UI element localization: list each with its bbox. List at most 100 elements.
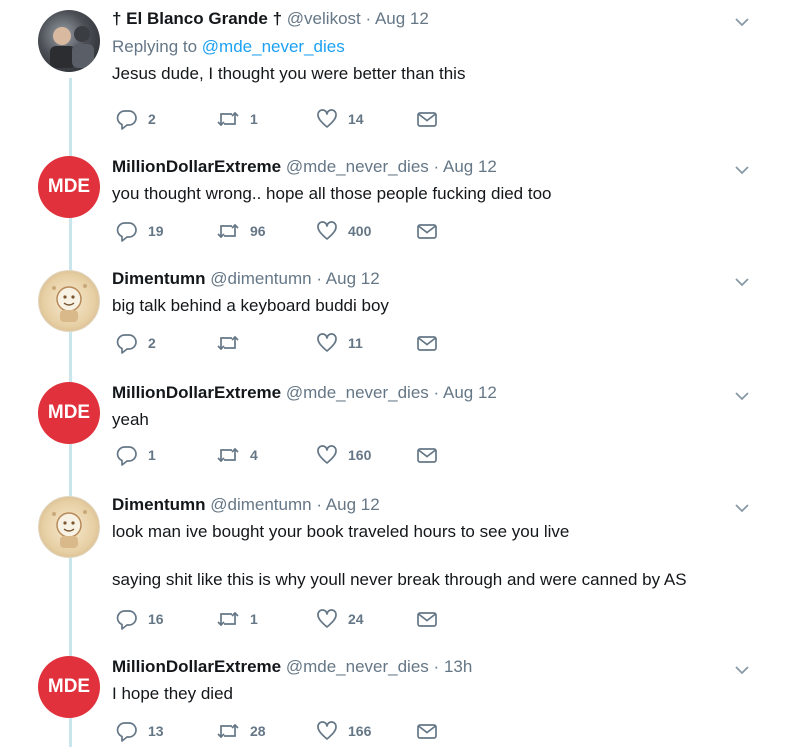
timestamp[interactable]: Aug 12	[375, 9, 429, 28]
tweet-header: Dimentumn @dimentumn · Aug 12	[112, 494, 752, 516]
chevron-down-icon[interactable]	[734, 274, 750, 290]
display-name[interactable]: Dimentumn	[112, 269, 206, 288]
chevron-down-icon[interactable]	[734, 662, 750, 678]
retweet-button[interactable]	[216, 332, 250, 354]
tweet-text: Jesus dude, I thought you were better th…	[112, 64, 466, 83]
user-handle[interactable]: @mde_never_dies	[286, 383, 429, 402]
reply-count: 2	[148, 335, 156, 351]
envelope-icon	[417, 336, 437, 351]
avatar-photo-icon	[50, 26, 94, 68]
display-name[interactable]: MillionDollarExtreme	[112, 157, 281, 176]
reply-icon	[116, 446, 137, 466]
mention-link[interactable]: @mde_never_dies	[202, 37, 345, 56]
tweet-text: big talk behind a keyboard buddi boy	[112, 296, 389, 315]
like-button[interactable]: 24	[316, 608, 364, 630]
display-name[interactable]: MillionDollarExtreme	[112, 383, 281, 402]
separator-dot: ·	[316, 495, 322, 514]
avatar[interactable]: MDE	[38, 382, 100, 444]
avatar-logo-text: MDE	[47, 176, 91, 197]
user-handle[interactable]: @dimentumn	[210, 495, 311, 514]
retweet-count: 1	[250, 611, 258, 627]
reply-button[interactable]: 2	[116, 332, 156, 354]
display-name[interactable]: MillionDollarExtreme	[112, 657, 281, 676]
heart-icon	[317, 609, 337, 628]
user-handle[interactable]: @dimentumn	[210, 269, 311, 288]
avatar[interactable]	[38, 496, 100, 558]
envelope-icon	[417, 724, 437, 739]
direct-message-button[interactable]	[416, 720, 438, 742]
avatar[interactable]	[38, 10, 100, 72]
tweet-header: MillionDollarExtreme @mde_never_dies · A…	[112, 156, 752, 178]
retweet-button[interactable]: 4	[216, 444, 258, 466]
like-button[interactable]: 14	[316, 108, 364, 130]
retweet-icon	[217, 611, 239, 627]
user-handle[interactable]: @mde_never_dies	[286, 657, 429, 676]
like-count: 400	[348, 223, 372, 239]
display-name[interactable]: Dimentumn	[112, 495, 206, 514]
avatar-logo-text: MDE	[47, 676, 91, 697]
display-name[interactable]: † El Blanco Grande †	[112, 9, 282, 28]
retweet-icon	[217, 723, 239, 739]
chevron-down-icon[interactable]	[734, 14, 750, 30]
timestamp[interactable]: Aug 12	[443, 157, 497, 176]
reply-button[interactable]: 13	[116, 720, 164, 742]
heart-icon	[317, 109, 337, 128]
like-count: 11	[348, 335, 363, 351]
tweet-header: MillionDollarExtreme @mde_never_dies · 1…	[112, 656, 752, 678]
separator-dot: ·	[433, 383, 440, 402]
direct-message-button[interactable]	[416, 332, 438, 354]
reply-count: 19	[148, 223, 164, 239]
like-button[interactable]: 400	[316, 220, 371, 242]
like-button[interactable]: 11	[316, 332, 363, 354]
chevron-down-icon[interactable]	[734, 500, 750, 516]
separator-dot: ·	[433, 157, 440, 176]
retweet-icon	[217, 223, 239, 239]
direct-message-button[interactable]	[416, 608, 438, 630]
reply-button[interactable]: 19	[116, 220, 164, 242]
retweet-icon	[217, 335, 239, 351]
timestamp[interactable]: Aug 12	[443, 383, 497, 402]
separator-dot: ·	[316, 269, 322, 288]
reply-button[interactable]: 1	[116, 444, 156, 466]
user-handle[interactable]: @mde_never_dies	[286, 157, 429, 176]
heart-icon	[317, 333, 337, 352]
retweet-count: 96	[250, 223, 266, 239]
reply-icon	[116, 110, 137, 130]
replying-to: Replying to @mde_never_dies	[112, 36, 752, 58]
retweet-button[interactable]: 96	[216, 220, 266, 242]
like-button[interactable]: 160	[316, 444, 371, 466]
timestamp[interactable]: Aug 12	[326, 269, 380, 288]
timestamp[interactable]: 13h	[444, 657, 472, 676]
tweet-text: you thought wrong.. hope all those peopl…	[112, 184, 552, 203]
reply-button[interactable]: 16	[116, 608, 164, 630]
reply-count: 1	[148, 447, 156, 463]
envelope-icon	[417, 224, 437, 239]
heart-icon	[317, 221, 337, 240]
replying-to-label: Replying to	[112, 37, 202, 56]
avatar[interactable]: MDE	[38, 656, 100, 718]
reply-count: 13	[148, 723, 164, 739]
user-handle[interactable]: @velikost	[287, 9, 361, 28]
reply-icon	[116, 722, 137, 742]
retweet-button[interactable]: 1	[216, 608, 258, 630]
chevron-down-icon[interactable]	[734, 162, 750, 178]
avatar[interactable]	[38, 270, 100, 332]
avatar-cartoon-icon	[52, 284, 87, 322]
like-count: 24	[348, 611, 364, 627]
avatar-logo-text: MDE	[47, 402, 91, 423]
heart-icon	[317, 445, 337, 464]
timestamp[interactable]: Aug 12	[326, 495, 380, 514]
tweet-header: Dimentumn @dimentumn · Aug 12	[112, 268, 752, 290]
reply-button[interactable]: 2	[116, 108, 156, 130]
direct-message-button[interactable]	[416, 220, 438, 242]
like-button[interactable]: 166	[316, 720, 371, 742]
retweet-button[interactable]: 1	[216, 108, 258, 130]
avatar[interactable]: MDE	[38, 156, 100, 218]
reply-icon	[116, 610, 137, 630]
retweet-button[interactable]: 28	[216, 720, 266, 742]
tweet-header: † El Blanco Grande † @velikost · Aug 12	[112, 8, 752, 30]
direct-message-button[interactable]	[416, 444, 438, 466]
chevron-down-icon[interactable]	[734, 388, 750, 404]
separator-dot: ·	[365, 9, 372, 28]
direct-message-button[interactable]	[416, 108, 438, 130]
